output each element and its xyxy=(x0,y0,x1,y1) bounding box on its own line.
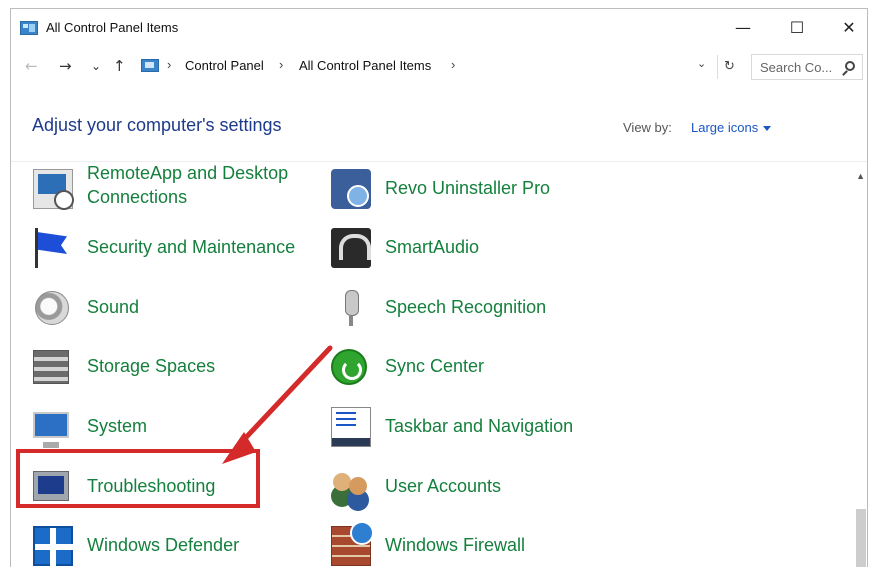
annotation-arrow xyxy=(222,345,333,464)
